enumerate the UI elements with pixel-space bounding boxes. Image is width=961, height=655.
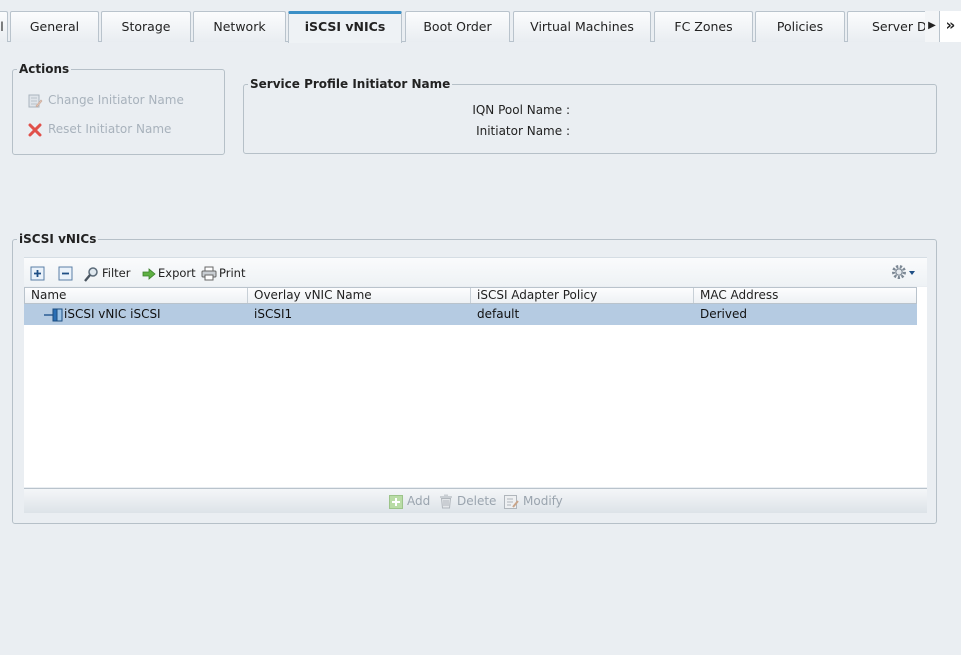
tab-general[interactable]: General <box>10 11 99 42</box>
tab-overflow-icon[interactable]: » <box>939 11 961 42</box>
iqn-pool-name-label: IQN Pool Name : <box>472 103 570 117</box>
tab-policies[interactable]: Policies <box>755 11 845 42</box>
delete-label: Delete <box>457 494 497 508</box>
initiator-title: Service Profile Initiator Name <box>248 77 453 91</box>
table-actions-bar: Add Delete Modify <box>24 488 927 513</box>
table-toolbar: Filter Export Print <box>24 257 927 286</box>
add-button[interactable]: Add <box>389 493 430 509</box>
column-header-iscsi-adapter-policy[interactable]: iSCSI Adapter Policy <box>470 288 693 303</box>
column-header-name[interactable]: Name <box>25 288 247 303</box>
tab-server-details[interactable]: Server De <box>847 11 927 42</box>
iscsi-vnics-group: iSCSI vNICs Filter Export Print Name Ove… <box>12 232 937 524</box>
actions-group: Actions Change Initiator Name Reset Init… <box>12 62 225 155</box>
initiator-name-label: Initiator Name : <box>476 124 570 138</box>
table-settings-button[interactable] <box>890 263 918 279</box>
red-x-icon <box>27 122 43 138</box>
vnic-icon <box>44 308 63 321</box>
modify-label: Modify <box>523 494 563 508</box>
row-mac-cell: Derived <box>700 307 747 321</box>
gear-icon <box>892 265 915 279</box>
change-initiator-name-label: Change Initiator Name <box>48 93 184 107</box>
modify-button[interactable]: Modify <box>504 493 563 509</box>
column-header-overlay-vnic-name[interactable]: Overlay vNIC Name <box>247 288 470 303</box>
row-name-cell: iSCSI vNIC iSCSI <box>44 304 246 325</box>
tab-storage[interactable]: Storage <box>101 11 191 42</box>
iscsi-vnics-title: iSCSI vNICs <box>17 232 99 246</box>
column-header-mac-address[interactable]: MAC Address <box>693 288 916 303</box>
tab-boot-order[interactable]: Boot Order <box>405 11 510 42</box>
table-header: Name Overlay vNIC Name iSCSI Adapter Pol… <box>24 287 917 304</box>
tab-partial[interactable]: l <box>0 11 8 42</box>
tab-iscsi-vnics[interactable]: iSCSI vNICs <box>288 11 402 43</box>
print-label: Print <box>219 266 246 280</box>
reset-initiator-name-action[interactable]: Reset Initiator Name <box>27 120 171 138</box>
collapse-all-icon[interactable] <box>58 265 75 281</box>
trash-icon <box>440 494 452 509</box>
change-initiator-name-action[interactable]: Change Initiator Name <box>27 91 184 109</box>
filter-label: Filter <box>102 266 131 280</box>
expand-all-icon[interactable] <box>30 265 47 281</box>
modify-icon <box>504 494 519 509</box>
initiator-group: Service Profile Initiator Name IQN Pool … <box>243 77 937 154</box>
print-button[interactable]: Print <box>201 265 245 281</box>
tab-fc-zones[interactable]: FC Zones <box>654 11 753 42</box>
filter-icon <box>84 266 98 282</box>
table-row[interactable]: iSCSI vNIC iSCSI iSCSI1 default Derived <box>24 304 917 325</box>
printer-icon <box>201 266 217 281</box>
row-policy-cell: default <box>477 307 520 321</box>
edit-list-icon <box>27 93 43 109</box>
export-button[interactable]: Export <box>142 265 196 281</box>
add-label: Add <box>407 494 431 508</box>
reset-initiator-name-label: Reset Initiator Name <box>48 122 172 136</box>
tab-network[interactable]: Network <box>193 11 286 42</box>
iscsi-vnics-table: Name Overlay vNIC Name iSCSI Adapter Pol… <box>24 287 927 487</box>
export-label: Export <box>158 266 196 280</box>
actions-title: Actions <box>17 62 72 76</box>
add-icon <box>389 494 403 509</box>
tab-scroll-right-icon[interactable]: ▶ <box>925 11 939 42</box>
tab-virtual-machines[interactable]: Virtual Machines <box>513 11 651 42</box>
export-icon <box>142 267 156 280</box>
tab-bar: l General Storage Network iSCSI vNICs Bo… <box>0 0 961 43</box>
row-overlay-cell: iSCSI1 <box>254 307 293 321</box>
filter-button[interactable]: Filter <box>84 265 131 282</box>
delete-button[interactable]: Delete <box>439 493 496 509</box>
row-name-text: iSCSI vNIC iSCSI <box>64 307 161 321</box>
